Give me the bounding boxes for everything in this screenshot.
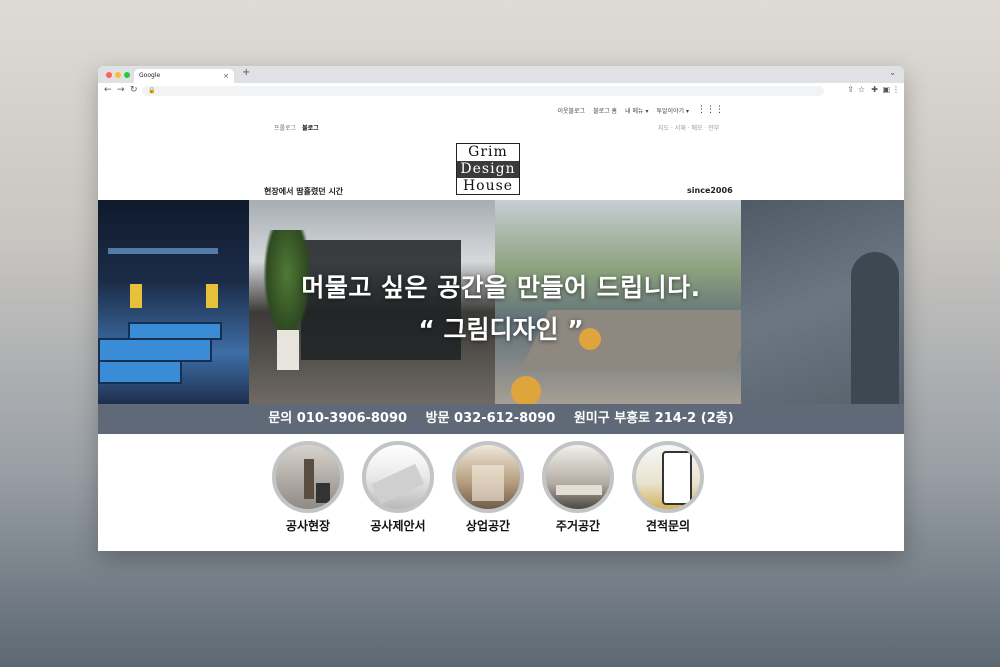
residential-space-image [542,441,614,513]
logo-line-3: House [462,178,514,194]
blog-links: 프롤로그 블로그 [274,123,319,132]
apps-grid-icon[interactable]: ⋮⋮⋮ [697,105,724,115]
tab-bar: Google × + ⌄ [98,66,904,83]
inquiry-phone[interactable]: 문의 010-3906-8090 [268,411,407,426]
nav-blog-home[interactable]: 블로그 홈 [593,106,617,115]
tab-close-icon[interactable]: × [223,69,229,83]
menu-icon[interactable]: ⋮ [892,85,900,94]
close-window-icon[interactable] [106,72,112,78]
contact-bar: 문의 010-3906-8090 방문 032-612-8090 원미구 부흥로… [98,404,904,434]
commercial-space-image [452,441,524,513]
extensions-icon[interactable]: ✚ [871,85,878,94]
blog-page: 이웃블로그 블로그 홈 내 메뉴 ▾ 투알이야기 ▾ ⋮⋮⋮ 프롤로그 블로그 … [98,99,904,551]
category-menu: 공사현장 공사제안서 상업공간 주거공간 견적문의 [272,441,704,534]
since-label: since2006 [687,186,733,195]
share-icon[interactable]: ⇪ [847,85,854,94]
side-links[interactable]: 지도 · 서재 · 메모 · 안부 [658,123,719,132]
estimate-image [632,441,704,513]
browser-window: Google × + ⌄ ← → ↻ 🔒 ⇪ ☆ ✚ ▣ ⋮ 이웃블로그 블로그… [98,66,904,551]
bookmark-star-icon[interactable]: ☆ [858,85,865,94]
tab-title: Google [139,72,161,79]
nav-neighbor-blog[interactable]: 이웃블로그 [557,106,585,115]
hero-brand: “ 그림디자인 ” [418,315,584,344]
category-construction-site[interactable]: 공사현장 [272,441,344,534]
new-tab-button[interactable]: + [242,67,250,78]
category-residential[interactable]: 주거공간 [542,441,614,534]
address-bar[interactable]: 🔒 [142,86,824,96]
blog-tagline: 현장에서 땀흘렸던 시간 [264,187,344,196]
category-label: 상업공간 [465,519,511,533]
category-label: 주거공간 [555,519,601,533]
prologue-link[interactable]: 프롤로그 [274,123,296,132]
nav-my-menu[interactable]: 내 메뉴 ▾ [625,106,648,115]
address: 원미구 부흥로 214-2 (2층) [573,411,734,426]
browser-tab[interactable]: Google × [134,69,234,83]
back-button[interactable]: ← [104,85,112,95]
tab-search-icon[interactable]: ⌄ [889,68,896,77]
hero-text: 머물고 싶은 공간을 만들어 드립니다. “ 그림디자인 ” [98,268,904,346]
category-label: 공사현장 [285,519,331,533]
hero-headline: 머물고 싶은 공간을 만들어 드립니다. [301,273,701,302]
category-label: 견적문의 [645,519,691,533]
blog-link[interactable]: 블로그 [302,123,319,132]
category-proposal[interactable]: 공사제안서 [362,441,434,534]
sidepanel-icon[interactable]: ▣ [882,85,890,94]
reload-button[interactable]: ↻ [130,85,138,95]
construction-site-image [272,441,344,513]
maximize-window-icon[interactable] [124,72,130,78]
category-label: 공사제안서 [370,519,426,533]
category-commercial[interactable]: 상업공간 [452,441,524,534]
proposal-image [362,441,434,513]
browser-toolbar: ← → ↻ 🔒 ⇪ ☆ ✚ ▣ ⋮ [98,83,904,100]
hero-banner: 머물고 싶은 공간을 만들어 드립니다. “ 그림디자인 ” [98,200,904,404]
logo-line-2: Design [457,161,519,178]
forward-button[interactable]: → [117,85,125,95]
top-nav: 이웃블로그 블로그 홈 내 메뉴 ▾ 투알이야기 ▾ ⋮⋮⋮ [557,105,724,115]
minimize-window-icon[interactable] [115,72,121,78]
nav-story[interactable]: 투알이야기 ▾ [656,106,689,115]
category-estimate[interactable]: 견적문의 [632,441,704,534]
lock-icon: 🔒 [148,87,156,94]
visit-phone[interactable]: 방문 032-612-8090 [426,411,556,426]
grim-design-house-logo[interactable]: Grim Design House [456,143,520,195]
logo-line-1: Grim [468,144,508,160]
